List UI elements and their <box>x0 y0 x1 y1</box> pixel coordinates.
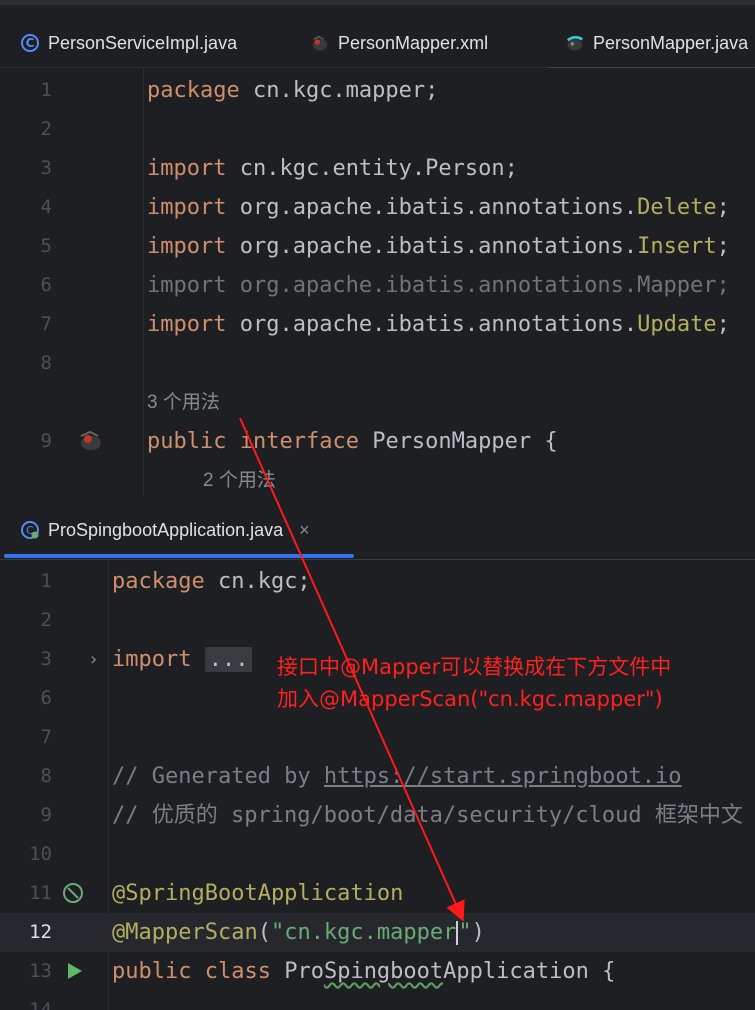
tab-label: PersonMapper.java <box>593 32 749 53</box>
annotation-note: 接口中@Mapper可以替换成在下方文件中 加入@MapperScan("cn.… <box>277 655 672 711</box>
code-line: 5 import org.apache.ibatis.annotations.I… <box>0 227 755 266</box>
line-number: 7 <box>40 726 52 748</box>
line-number: 5 <box>40 235 52 257</box>
chevron-right-icon[interactable]: › <box>90 640 97 679</box>
line-number: 9 <box>40 804 52 826</box>
code-line: 7 import org.apache.ibatis.annotations.U… <box>0 305 755 344</box>
code-line: 1 package cn.kgc; <box>0 562 755 601</box>
line-number: 6 <box>40 274 52 296</box>
line-number: 1 <box>40 79 52 101</box>
run-icon[interactable] <box>66 961 84 985</box>
usage-hint-line: 2 个用法 <box>0 461 755 496</box>
mybatis-xml-icon <box>310 33 330 53</box>
code-line: 14 <box>0 991 755 1010</box>
code-line-current: 12 @MapperScan("cn.kgc.mapper") <box>0 913 755 952</box>
tab-person-mapper-java[interactable]: PersonMapper.java <box>565 29 748 57</box>
code-line: 3 import cn.kgc.entity.Person; <box>0 149 755 188</box>
usages-hint[interactable]: 3 个用法 <box>147 383 220 422</box>
line-number: 9 <box>40 430 52 452</box>
editor-pane-application[interactable]: 1 package cn.kgc; 2 3 › import ... 6 7 8… <box>0 561 755 1010</box>
active-tab-indicator <box>4 554 354 558</box>
tab-label: PersonServiceImpl.java <box>48 32 238 53</box>
line-number: 13 <box>29 960 52 982</box>
code-line: 9 // 优质的 spring/boot/data/security/cloud… <box>0 796 755 835</box>
tab-label: ProSpingbootApplication.java <box>48 519 284 540</box>
tab-person-mapper-xml[interactable]: PersonMapper.xml <box>310 29 488 57</box>
line-number: 2 <box>40 118 52 140</box>
code-line: 13 public class ProSpingbootApplication … <box>0 952 755 991</box>
line-number: 12 <box>29 921 52 943</box>
tab-label: PersonMapper.xml <box>338 32 489 53</box>
usage-hint-line: 3 个用法 <box>0 383 755 422</box>
code-line: 1 package cn.kgc.mapper; <box>0 71 755 110</box>
line-number: 2 <box>40 609 52 631</box>
code-line: 4 import org.apache.ibatis.annotations.D… <box>0 188 755 227</box>
editor-pane-person-mapper[interactable]: 1 package cn.kgc.mapper; 2 3 import cn.k… <box>0 68 755 496</box>
line-number: 4 <box>40 196 52 218</box>
code-line: 2 <box>0 601 755 640</box>
code-line: 8 // Generated by https://start.springbo… <box>0 757 755 796</box>
line-number: 1 <box>40 570 52 592</box>
code-line: 6 import org.apache.ibatis.annotations.M… <box>0 266 755 305</box>
code-line: 2 <box>0 110 755 149</box>
line-number: 6 <box>40 687 52 709</box>
line-number: 3 <box>40 157 52 179</box>
java-class-icon: C <box>20 33 40 53</box>
tab-pro-spingboot-application[interactable]: C ProSpingbootApplication.java × <box>20 516 310 544</box>
code-line: 9 public interface PersonMapper { <box>0 422 755 461</box>
line-number: 10 <box>29 843 52 865</box>
line-number: 14 <box>29 999 52 1010</box>
code-line: 11 @SpringBootApplication <box>0 874 755 913</box>
line-number: 11 <box>29 882 52 904</box>
mybatis-gutter-icon[interactable] <box>78 430 104 456</box>
mybatis-mapper-icon <box>565 33 585 53</box>
comment-link[interactable]: https://start.springboot.io <box>324 764 682 789</box>
code-line: 10 <box>0 835 755 874</box>
code-line: 7 <box>0 718 755 757</box>
unused-import: import org.apache.ibatis.annotations.Map… <box>147 273 730 298</box>
folded-imports[interactable]: ... <box>204 647 253 672</box>
usages-hint[interactable]: 2 个用法 <box>203 461 276 496</box>
line-number: 8 <box>40 352 52 374</box>
line-number: 3 <box>40 648 52 670</box>
tab-person-service-impl[interactable]: C PersonServiceImpl.java <box>20 29 237 57</box>
line-number: 7 <box>40 313 52 335</box>
code-line: 8 <box>0 344 755 383</box>
editor-tab-bar-top: C PersonServiceImpl.java PersonMapper.xm… <box>0 0 755 70</box>
spring-bean-gutter-icon[interactable] <box>62 882 84 908</box>
line-number: 8 <box>40 765 52 787</box>
close-tab-icon[interactable]: × <box>299 520 310 541</box>
spring-boot-class-icon: C <box>20 520 40 540</box>
editor-tab-bar-bottom: C ProSpingbootApplication.java × <box>0 496 755 560</box>
